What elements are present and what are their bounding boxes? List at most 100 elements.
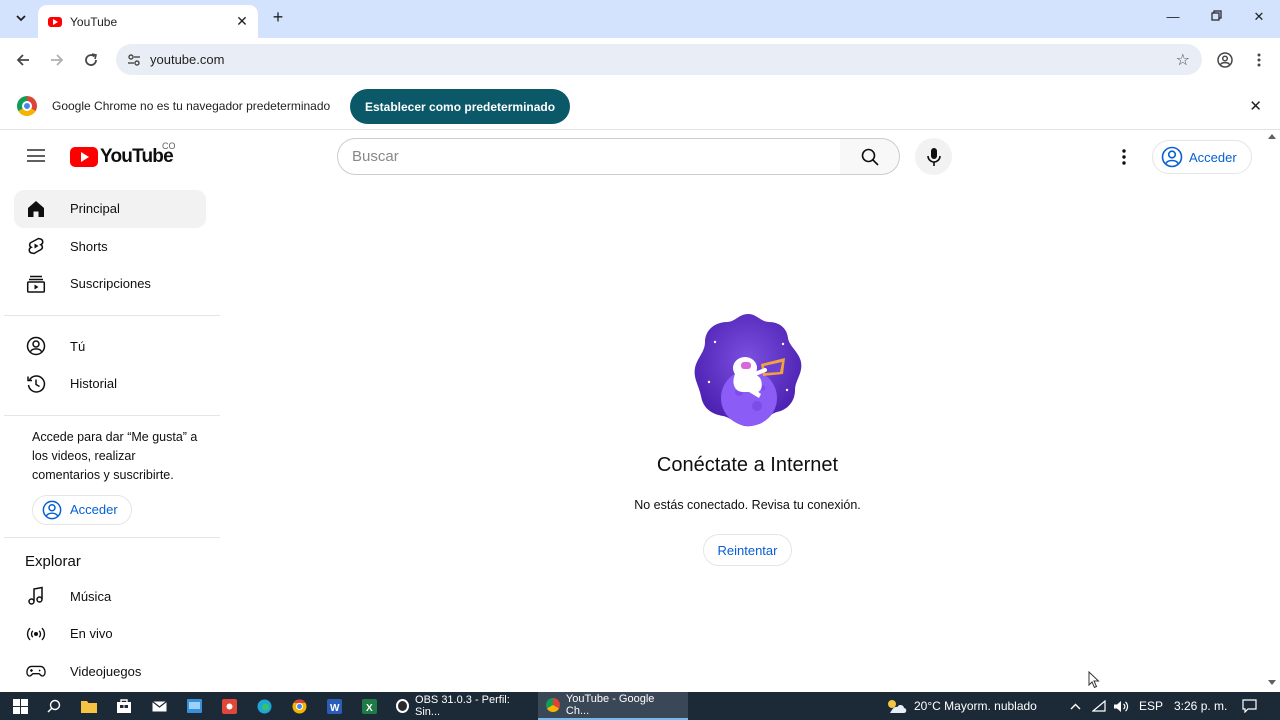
music-icon [26,586,46,606]
sidebar-item-label: Historial [70,376,117,392]
excel-icon[interactable]: X [360,697,378,715]
site-info-icon[interactable] [124,50,144,70]
back-button[interactable] [12,49,34,71]
taskbar-app-label: OBS 31.0.3 - Perfil: Sin... [415,694,510,718]
sidebar-item-label: Música [70,588,112,604]
store-icon[interactable] [115,697,133,715]
volume-icon[interactable] [1112,697,1130,715]
guide-sidebar: Principal Shorts Suscripciones Tú Histor… [4,190,220,690]
sidebar-item-musica[interactable]: Música [14,578,206,616]
browser-toolbar: youtube.com ☆ [0,38,1280,82]
chrome-icon [546,698,560,712]
clock-text[interactable]: 3:26 p. m. [1174,699,1227,713]
gaming-icon [26,661,46,681]
sidebar-item-label: En vivo [70,626,113,642]
sidebar-signin-button[interactable]: Acceder [32,494,132,525]
restore-icon[interactable] [1206,9,1226,24]
youtube-favicon-icon [48,16,62,27]
youtube-logo[interactable]: YouTube [70,146,174,168]
language-indicator[interactable]: ESP [1139,699,1163,713]
header-signin-button[interactable]: Acceder [1152,140,1252,174]
offline-title: Conéctate a Internet [656,454,839,476]
network-icon[interactable] [1090,697,1108,715]
sidebar-divider [4,414,220,416]
tab-title: YouTube [70,14,118,29]
edge-browser-icon[interactable] [255,697,273,715]
taskbar-app-obs[interactable]: OBS 31.0.3 - Perfil: Sin... [388,692,534,720]
notification-center-icon[interactable] [1240,697,1258,715]
youtube-logo-icon [70,147,98,167]
sidebar-item-label: Shorts [70,238,108,254]
search-box [337,138,841,175]
windows-start-icon[interactable] [11,697,29,715]
new-tab-button[interactable]: + [268,7,288,28]
search-input[interactable] [352,148,840,165]
sidebar-item-label: Videojuegos [70,663,142,679]
url-text: youtube.com [150,52,225,67]
offline-message: No estás conectado. Revisa tu conexión. [634,498,861,512]
infobar-text: Google Chrome no es tu navegador predete… [52,99,331,113]
infobar-close-icon[interactable]: ✕ [1249,97,1262,115]
account-circle-icon [42,500,62,519]
address-bar[interactable]: youtube.com ☆ [116,44,1202,75]
home-icon [26,199,46,219]
mail-icon[interactable] [150,697,168,715]
taskbar-app-label: YouTube - Google Ch... [565,693,655,717]
weather-text[interactable]: 20°C Mayorm. nublado [914,699,1037,713]
chrome-menu-icon[interactable] [1248,49,1270,71]
live-icon [26,624,46,644]
reload-button[interactable] [80,49,102,71]
voice-search-button[interactable] [915,138,952,175]
guide-menu-icon[interactable] [27,149,45,162]
app-icon-blue[interactable] [185,697,203,715]
header-signin-label: Acceder [1189,149,1237,165]
sidebar-item-tu[interactable]: Tú [14,328,206,366]
set-default-button[interactable]: Establecer como predeterminado [350,89,571,124]
taskbar-app-chrome[interactable]: YouTube - Google Ch... [538,692,688,720]
default-browser-infobar: Google Chrome no es tu navegador predete… [0,82,1280,130]
file-explorer-icon[interactable] [80,697,98,715]
minimize-icon[interactable]: — [1163,9,1183,24]
browser-tabstrip: YouTube ✕ + — ✕ [0,0,1280,38]
sidebar-divider [4,536,220,538]
sidebar-divider [4,314,220,316]
scroll-down-arrow-icon[interactable] [1268,680,1276,685]
history-icon [26,374,46,394]
weather-cloud-icon[interactable] [884,697,908,715]
subscriptions-icon [26,274,46,294]
tab-search-chevron-icon[interactable] [10,7,32,29]
chrome-taskbar-icon[interactable] [290,697,308,715]
retry-button[interactable]: Reintentar [702,534,793,566]
youtube-header: YouTube CO Acceder [0,132,1270,182]
taskbar-search-icon[interactable] [45,697,63,715]
sidebar-item-label: Principal [70,201,120,217]
scroll-up-arrow-icon[interactable] [1268,134,1276,139]
bookmark-star-icon[interactable]: ☆ [1176,50,1190,70]
tab-close-icon[interactable]: ✕ [234,13,250,30]
tray-chevron-icon[interactable] [1066,697,1084,715]
app-icon-red[interactable] [220,697,238,715]
window-close-icon[interactable]: ✕ [1249,9,1269,25]
sidebar-item-historial[interactable]: Historial [14,365,206,403]
sidebar-item-suscripciones[interactable]: Suscripciones [14,265,206,303]
svg-text:X: X [366,703,373,714]
sidebar-item-en-vivo[interactable]: En vivo [14,615,206,653]
search-button[interactable] [840,138,900,175]
account-circle-icon [1161,146,1183,168]
sidebar-item-principal[interactable]: Principal [14,190,206,228]
sidebar-item-label: Suscripciones [70,276,151,292]
mouse-cursor-icon [1088,671,1100,689]
windows-taskbar: W X OBS 31.0.3 - Perfil: Sin... YouTube … [0,692,1280,720]
microphone-icon [926,147,941,166]
sidebar-item-videojuegos[interactable]: Videojuegos [14,653,206,691]
search-icon [861,148,879,166]
browser-tab-youtube[interactable]: YouTube ✕ [38,5,258,38]
svg-text:W: W [330,703,340,714]
signin-prompt-text: Accede para dar “Me gusta” a los videos,… [32,429,198,482]
sidebar-item-shorts[interactable]: Shorts [14,228,206,266]
profile-icon[interactable] [1214,49,1236,71]
settings-menu-icon[interactable] [1113,146,1135,168]
word-icon[interactable]: W [325,697,343,715]
country-code: CO [162,141,176,151]
forward-button[interactable] [46,49,68,71]
